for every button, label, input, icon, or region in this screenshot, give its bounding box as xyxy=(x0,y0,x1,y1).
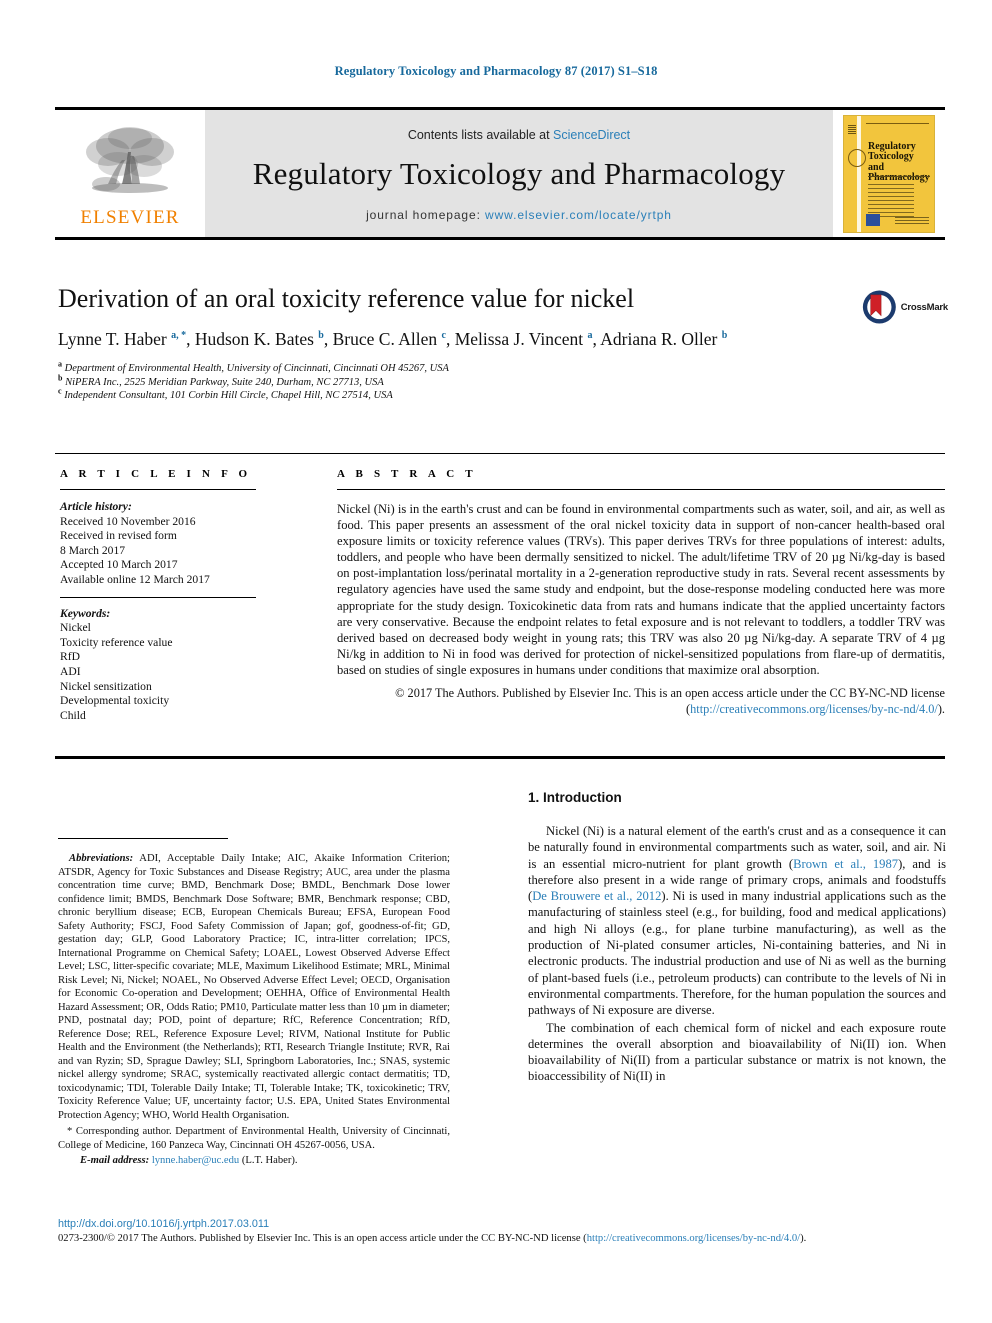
cover-stripe xyxy=(857,115,861,232)
crossmark-label: CrossMark xyxy=(900,301,949,313)
author-list: Lynne T. Haber a, *, Hudson K. Bates b, … xyxy=(58,329,728,349)
citation-link[interactable]: De Brouwere et al., 2012 xyxy=(532,889,661,903)
email-owner: (L.T. Haber). xyxy=(239,1155,298,1166)
homepage-prefix: journal homepage: xyxy=(366,207,486,222)
cover-top-rule xyxy=(866,122,929,124)
affiliation-text: Department of Environmental Health, Univ… xyxy=(64,363,449,374)
issn-copyright-line: 0273-2300/© 2017 The Authors. Published … xyxy=(58,1233,946,1244)
affiliation-list: a Department of Environmental Health, Un… xyxy=(58,359,848,403)
footnote-rule xyxy=(58,838,228,839)
affiliation-item: c Independent Consultant, 101 Corbin Hil… xyxy=(58,386,848,403)
keyword-item: RfD xyxy=(60,650,80,664)
keyword-item: ADI xyxy=(60,664,81,678)
cover-body-lines xyxy=(868,183,914,218)
introduction-heading: 1. Introduction xyxy=(528,790,622,805)
abstract-heading: A B S T R A C T xyxy=(337,468,477,480)
contents-prefix: Contents lists available at xyxy=(407,127,554,142)
abbreviations-text: ADI, Acceptable Daily Intake; AIC, Akaik… xyxy=(58,853,450,1121)
abbreviations-label: Abbreviations: xyxy=(69,853,134,864)
cover-footer-lines xyxy=(895,216,929,226)
divider-above-info xyxy=(55,453,945,454)
journal-homepage-line: journal homepage: www.elsevier.com/locat… xyxy=(366,208,672,222)
keyword-item: Developmental toxicity xyxy=(60,694,170,708)
issn-prefix: 0273-2300/© 2017 The Authors. Published … xyxy=(58,1233,587,1244)
abstract-column: A B S T R A C T Nickel (Ni) is in the ea… xyxy=(337,468,945,717)
introduction-column: 1. Introduction Nickel (Ni) is a natural… xyxy=(528,790,946,1085)
sciencedirect-link[interactable]: ScienceDirect xyxy=(553,128,630,142)
keyword-item: Nickel sensitization xyxy=(60,679,152,693)
article-history-label: Article history: xyxy=(60,500,132,513)
affiliation-marker: b xyxy=(58,373,63,383)
title-block: Derivation of an oral toxicity reference… xyxy=(58,284,848,403)
history-line: Available online 12 March 2017 xyxy=(60,572,210,586)
article-title: Derivation of an oral toxicity reference… xyxy=(58,284,635,313)
history-line: Received in revised form xyxy=(60,529,177,543)
license-link[interactable]: http://creativecommons.org/licenses/by-n… xyxy=(690,702,938,716)
keyword-item: Nickel xyxy=(60,621,91,635)
elsevier-wordmark: ELSEVIER xyxy=(80,207,180,228)
contents-available-line: Contents lists available at ScienceDirec… xyxy=(408,128,630,142)
info-divider xyxy=(60,596,256,598)
citation-link[interactable]: Brown et al., 1987 xyxy=(793,857,898,871)
text-run: The combination of each chemical form of… xyxy=(528,1020,946,1084)
affiliation-text: NiPERA Inc., 2525 Meridian Parkway, Suit… xyxy=(65,376,384,388)
email-link[interactable]: lynne.haber@uc.edu xyxy=(152,1155,239,1166)
corresponding-text: Corresponding author. Department of Envi… xyxy=(58,1126,450,1151)
history-line: 8 March 2017 xyxy=(60,543,126,557)
elsevier-tree-icon xyxy=(86,127,174,193)
cover-badge-icon xyxy=(866,213,880,226)
crossmark-badge[interactable]: CrossMark xyxy=(862,283,948,331)
email-footnote: E-mail address: lynne.haber@uc.edu (L.T.… xyxy=(58,1154,450,1168)
crossmark-icon xyxy=(862,290,896,324)
journal-title: Regulatory Toxicology and Pharmacology xyxy=(252,155,786,191)
running-head: Regulatory Toxicology and Pharmacology 8… xyxy=(334,64,658,78)
journal-banner: ELSEVIER Contents lists available at Sci… xyxy=(55,107,945,240)
abstract-heading-rule xyxy=(337,489,945,490)
introduction-paragraph: The combination of each chemical form of… xyxy=(528,1020,946,1085)
introduction-paragraph: Nickel (Ni) is a natural element of the … xyxy=(528,823,946,1019)
text-run: ). Ni is used in many industrial applica… xyxy=(528,889,946,1018)
article-history: Article history: Received 10 November 20… xyxy=(60,500,256,588)
keyword-item: Child xyxy=(60,708,86,722)
history-line: Received 10 November 2016 xyxy=(60,514,196,528)
affiliation-item: a Department of Environmental Health, Un… xyxy=(58,359,848,376)
cover-subtitle-lines xyxy=(868,175,930,179)
abstract-text: Nickel (Ni) is in the earth's crust and … xyxy=(337,502,945,677)
affiliation-marker: a xyxy=(58,359,62,369)
article-page: Regulatory Toxicology and Pharmacology 8… xyxy=(0,0,992,1323)
keywords-block: Keywords: Nickel Toxicity reference valu… xyxy=(60,607,256,724)
copyright-suffix: ). xyxy=(937,702,945,717)
journal-homepage-link[interactable]: www.elsevier.com/locate/yrtph xyxy=(485,208,672,222)
cover-elsevier-mark-icon xyxy=(848,124,856,135)
affiliation-text: Independent Consultant, 101 Corbin Hill … xyxy=(64,390,393,402)
affiliation-item: b NiPERA Inc., 2525 Meridian Parkway, Su… xyxy=(58,373,848,390)
cover-title-line-2: Toxicology and xyxy=(868,151,914,173)
corresponding-author-footnote: * Corresponding author. Department of En… xyxy=(58,1125,450,1152)
journal-cover-container: Regulatory Toxicology and Pharmacology xyxy=(833,110,945,237)
banner-center: Contents lists available at ScienceDirec… xyxy=(205,110,833,237)
keyword-item: Toxicity reference value xyxy=(60,635,173,649)
page-footer: http://dx.doi.org/10.1016/j.yrtph.2017.0… xyxy=(58,1218,946,1244)
footer-license-link[interactable]: http://creativecommons.org/licenses/by-n… xyxy=(587,1233,800,1244)
cover-circle-icon xyxy=(848,148,866,167)
publisher-logo: ELSEVIER xyxy=(55,110,205,237)
email-label: E-mail address: xyxy=(80,1155,150,1166)
abstract-copyright: © 2017 The Authors. Published by Elsevie… xyxy=(337,685,945,717)
article-info-column: A R T I C L E I N F O Article history: R… xyxy=(60,468,256,723)
abbreviations-footnote: Abbreviations: ADI, Acceptable Daily Int… xyxy=(58,852,450,1122)
footnotes-column: Abbreviations: ADI, Acceptable Daily Int… xyxy=(58,852,450,1168)
doi-link[interactable]: http://dx.doi.org/10.1016/j.yrtph.2017.0… xyxy=(58,1218,946,1230)
divider-below-abstract xyxy=(55,756,945,759)
journal-cover-thumbnail: Regulatory Toxicology and Pharmacology xyxy=(843,114,935,233)
affiliation-marker: c xyxy=(58,386,62,396)
history-line: Accepted 10 March 2017 xyxy=(60,558,178,572)
keywords-label: Keywords: xyxy=(60,606,111,620)
issn-suffix: ). xyxy=(800,1233,807,1244)
article-info-heading: A R T I C L E I N F O xyxy=(60,468,252,480)
info-heading-rule xyxy=(60,489,256,490)
